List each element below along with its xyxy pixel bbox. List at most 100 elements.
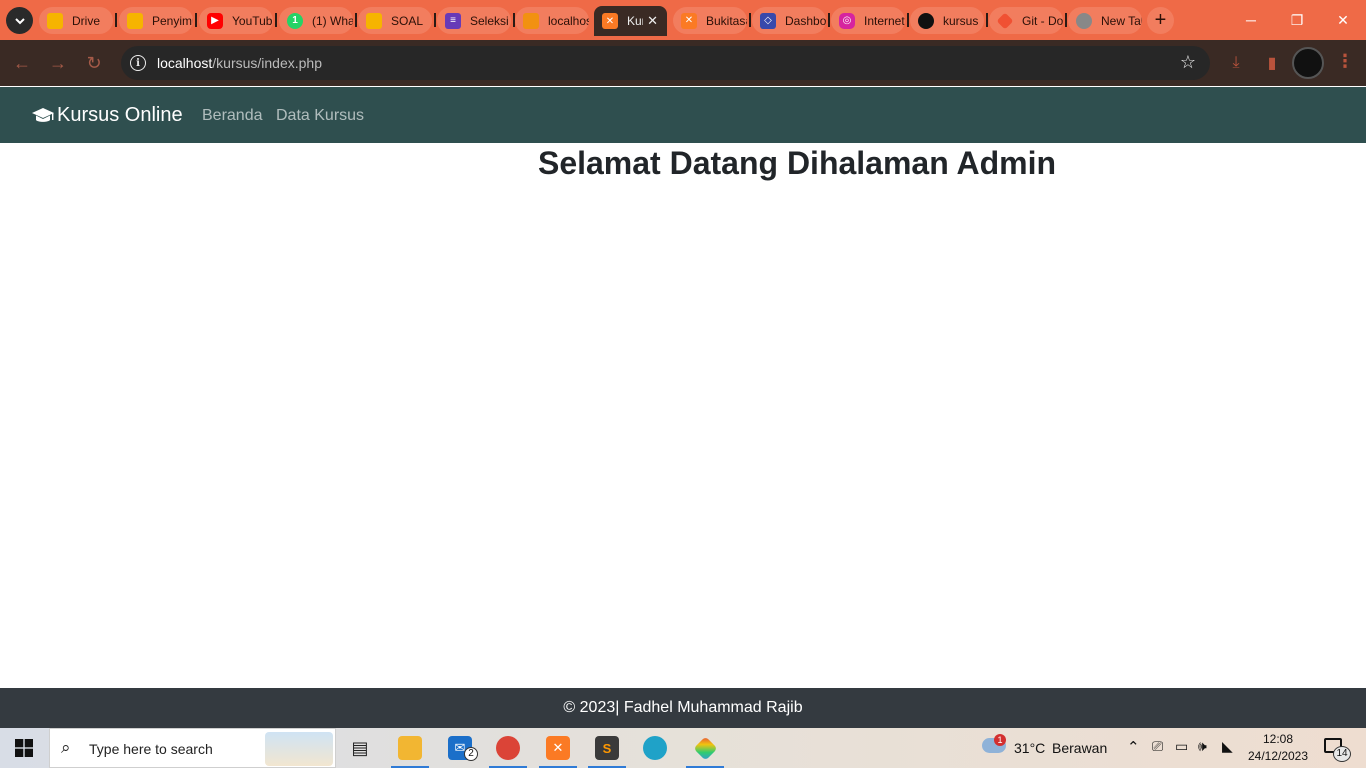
notification-center-button[interactable]: 14	[1320, 736, 1351, 764]
brand-text: Kursus Online	[57, 104, 183, 126]
sublime-taskbar-button[interactable]: S	[584, 728, 630, 768]
close-window-button[interactable]: ✕	[1320, 0, 1366, 40]
xampp-icon: ✕	[602, 13, 618, 29]
tab-bukitasam[interactable]: ✕ Bukitasam	[673, 7, 747, 34]
nav-link-data-kursus[interactable]: Data Kursus	[276, 107, 364, 125]
google-drive-icon	[127, 12, 143, 29]
back-button[interactable]: ←	[10, 51, 34, 75]
tab-title: localhost	[548, 13, 589, 28]
address-bar[interactable]: i localhost/kursus/index.php ☆	[121, 46, 1210, 80]
kebab-menu-icon[interactable]: ⋮	[1336, 51, 1354, 72]
tab-separator	[195, 13, 197, 27]
chrome-icon	[496, 736, 520, 760]
tab-separator	[828, 13, 830, 27]
bookmark-star-icon[interactable]: ☆	[1180, 52, 1196, 73]
diamond-app-icon	[692, 735, 718, 761]
tab-title: Internet	[864, 13, 905, 28]
site-info-icon[interactable]: i	[130, 55, 146, 71]
tab-title: New Tab	[1101, 13, 1142, 28]
tab-drive[interactable]: Drive	[39, 7, 113, 34]
forward-button[interactable]: →	[46, 51, 70, 75]
taskbar-search-box[interactable]: ⌕ Type here to search	[49, 728, 336, 768]
tab-separator	[749, 13, 751, 27]
edge-taskbar-button[interactable]	[632, 728, 678, 768]
tab-kursus-active[interactable]: ✕ Kursus ✕	[594, 6, 667, 36]
nav-link-beranda[interactable]: Beranda	[202, 107, 263, 125]
meet-now-icon[interactable]: ⎚	[1152, 738, 1163, 755]
instagram-icon: ◎	[839, 12, 855, 29]
url-text[interactable]: localhost/kursus/index.php	[157, 55, 322, 71]
chevron-down-icon	[14, 17, 25, 24]
tab-strip: Drive Penyimpanan ▶ YouTube 1 (1) WhatsA…	[0, 0, 1366, 40]
tab-separator	[434, 13, 436, 27]
weather-alert-badge: 1	[994, 734, 1006, 746]
tab-soal[interactable]: SOAL	[358, 7, 432, 34]
minimize-icon: ─	[1246, 12, 1256, 28]
arrow-right-icon: →	[49, 52, 67, 73]
notification-badge: 14	[1333, 746, 1351, 762]
tab-title: (1) WhatsApp	[312, 13, 353, 28]
site-footer: © 2023| Fadhel Muhammad Rajib	[0, 688, 1366, 728]
url-path: /kursus/index.php	[212, 55, 322, 71]
close-tab-icon[interactable]: ✕	[647, 13, 658, 29]
tab-search-button[interactable]	[6, 7, 33, 34]
chrome-taskbar-button[interactable]	[485, 728, 531, 768]
weather-widget[interactable]: 1 31°C Berawan	[980, 728, 1110, 768]
side-panel-icon[interactable]: ▮	[1260, 51, 1284, 75]
tab-title: kursus	[943, 13, 979, 28]
minimize-button[interactable]: ─	[1228, 0, 1274, 40]
volume-icon[interactable]: 🕪	[1198, 738, 1207, 755]
clock[interactable]: 12:08 24/12/2023	[1245, 731, 1311, 765]
tab-git[interactable]: Git - Documentation	[989, 7, 1063, 34]
profile-avatar[interactable]	[1292, 47, 1324, 79]
github-icon	[918, 12, 934, 29]
tab-instagram[interactable]: ◎ Internet	[831, 7, 905, 34]
app-taskbar-button[interactable]	[682, 728, 728, 768]
graduation-cap-icon	[32, 107, 54, 122]
tab-seleksi[interactable]: ≡ Seleksi	[437, 7, 511, 34]
url-host: localhost	[157, 55, 213, 71]
browser-toolbar: ← → ↻ i localhost/kursus/index.php ☆ ⤓ ▮…	[0, 40, 1366, 86]
tab-separator	[115, 13, 117, 27]
xampp-icon: ✕	[681, 12, 697, 29]
tab-github[interactable]: kursus	[910, 7, 984, 34]
dashboard-icon: ◇	[760, 12, 776, 29]
taskbar: ⌕ Type here to search ▤ ✉ 2 ✕ S 1 31°C B…	[0, 728, 1366, 768]
mail-badge: 2	[464, 747, 478, 761]
google-drive-icon	[366, 12, 382, 29]
git-icon	[996, 12, 1014, 29]
clock-date: 24/12/2023	[1247, 749, 1309, 763]
tab-whatsapp[interactable]: 1 (1) WhatsApp	[279, 7, 353, 34]
edge-icon	[643, 736, 667, 760]
tab-dashboard[interactable]: ◇ Dashboard	[752, 7, 826, 34]
task-view-button[interactable]: ▤	[337, 728, 383, 768]
tab-title: Kursus	[627, 14, 643, 28]
restore-button[interactable]: ❐	[1274, 0, 1320, 40]
battery-icon[interactable]: ▭	[1175, 738, 1188, 755]
mail-button[interactable]: ✉ 2	[437, 728, 483, 768]
search-icon: ⌕	[61, 738, 71, 757]
chevron-up-icon[interactable]: ⌃	[1127, 738, 1140, 756]
brand-link[interactable]: Kursus Online	[31, 104, 183, 127]
tab-penyimpanan[interactable]: Penyimpanan	[119, 7, 193, 34]
restore-icon: ❐	[1290, 11, 1304, 28]
tab-title: Penyimpanan	[152, 13, 193, 28]
download-icon[interactable]: ⤓	[1224, 51, 1248, 75]
youtube-icon: ▶	[207, 12, 223, 29]
reload-button[interactable]: ↻	[82, 51, 106, 75]
xampp-taskbar-button[interactable]: ✕	[535, 728, 581, 768]
tab-separator	[907, 13, 909, 27]
search-placeholder: Type here to search	[89, 741, 213, 757]
search-highlight-image	[265, 732, 333, 766]
tab-localhost[interactable]: localhost	[515, 7, 589, 34]
sublime-text-icon: S	[595, 736, 619, 760]
tab-title: Git - Documentation	[1022, 13, 1063, 28]
start-button[interactable]	[0, 728, 48, 768]
tab-title: Dashboard	[785, 13, 826, 28]
new-tab-button[interactable]: +	[1147, 7, 1174, 34]
tab-new-tab[interactable]: New Tab	[1068, 7, 1142, 34]
tab-youtube[interactable]: ▶ YouTube	[199, 7, 273, 34]
wifi-icon[interactable]: ◣	[1222, 738, 1233, 755]
file-explorer-button[interactable]	[387, 728, 433, 768]
tab-title: Drive	[72, 13, 101, 28]
